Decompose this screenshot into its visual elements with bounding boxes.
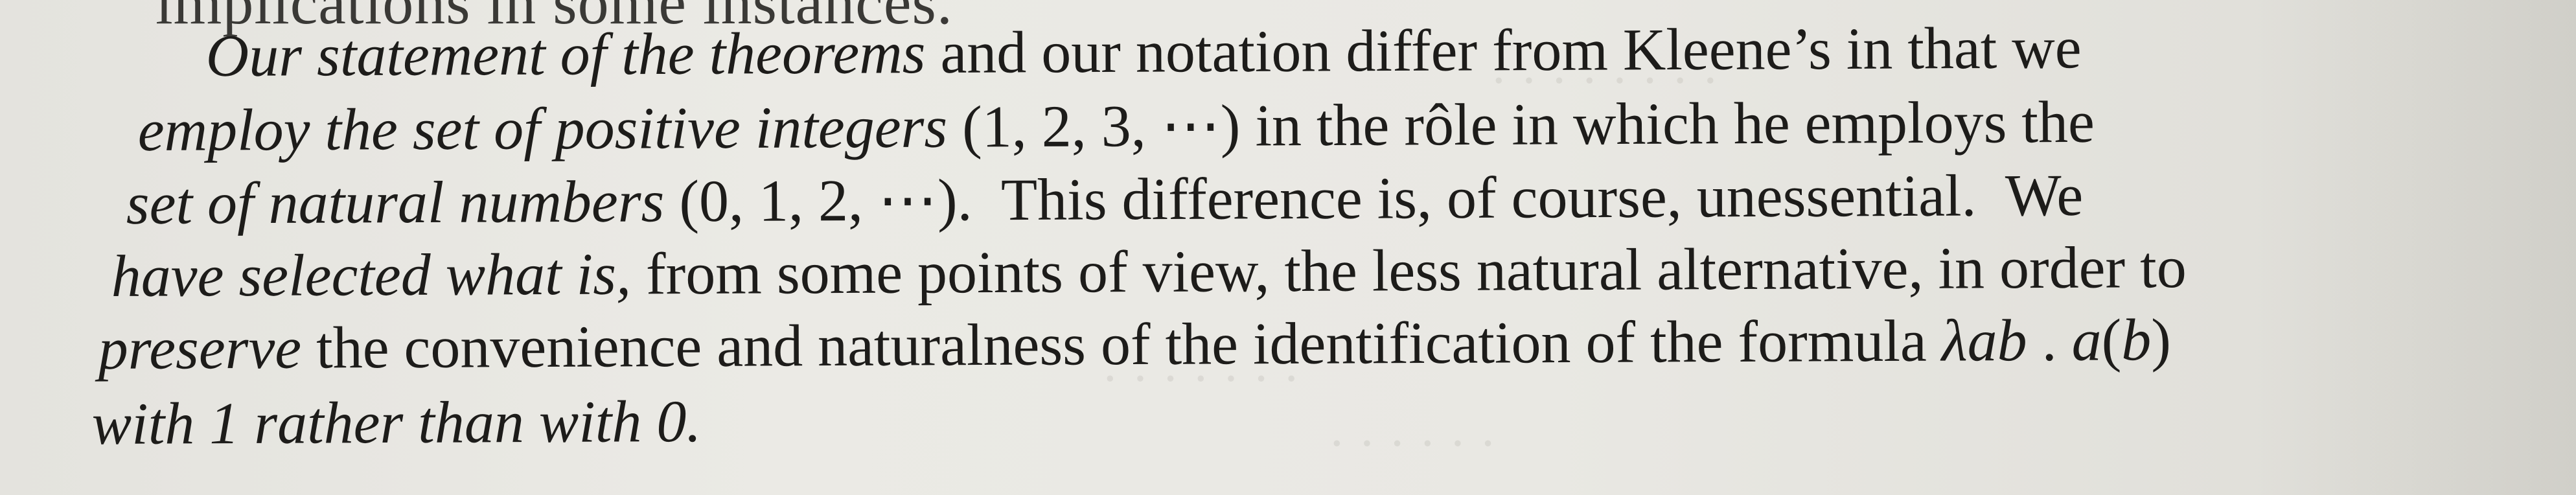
text-run: with 1 rather than with 0. <box>91 387 702 457</box>
text-run: preserve <box>98 314 302 382</box>
paragraph-line-5: preserve the convenience and naturalness… <box>98 306 2172 382</box>
text-run: (1, 2, 3, ⋯) in the rôle in which he emp… <box>947 88 2095 160</box>
text-run: from some points of view, the less natur… <box>630 234 2187 307</box>
text-run: λab <box>1941 307 2027 374</box>
text-run: and our notation differ from Kleene’s in… <box>925 14 2082 86</box>
text-run: the convenience and naturalness of the i… <box>301 307 1942 381</box>
text-run: Our statement of the theorems <box>205 19 926 89</box>
text-run: . <box>2027 306 2072 374</box>
paragraph-line-2: employ the set of positive integers (1, … <box>137 88 2095 163</box>
book-page: · · · · · · · · · · · · · · · · · · · · … <box>0 0 2576 495</box>
paragraph-line-4: have selected what is, from some points … <box>111 234 2187 309</box>
paragraph-line-1: Our statement of the theorems and our no… <box>205 14 2082 89</box>
bleed-through-text: · · · · · · <box>1328 415 1497 472</box>
text-run: a <box>2071 306 2102 373</box>
text-run: (0, 1, 2, ⋯). This difference is, of cou… <box>664 161 2084 235</box>
text-run: employ the set of positive integers <box>137 93 948 163</box>
paragraph-line-6: with 1 rather than with 0. <box>91 387 702 457</box>
text-run: set of natural numbers <box>126 168 665 236</box>
page-curl-shadow <box>2252 0 2576 495</box>
text-run: have selected what is, <box>111 240 632 309</box>
paragraph-line-3: set of natural numbers (0, 1, 2, ⋯). Thi… <box>126 161 2084 236</box>
text-run: ( <box>2101 306 2122 373</box>
text-run: b <box>2121 306 2152 373</box>
text-run: ) <box>2151 306 2172 373</box>
